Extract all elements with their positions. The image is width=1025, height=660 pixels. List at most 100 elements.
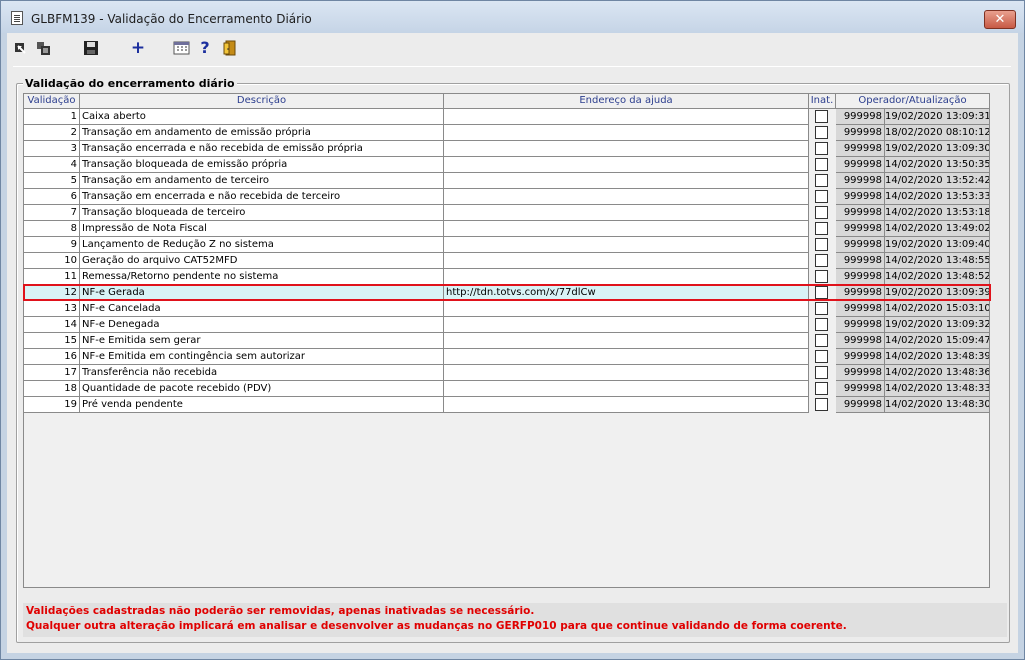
row-validacao[interactable]: 11 bbox=[24, 269, 80, 285]
inactive-checkbox[interactable] bbox=[815, 318, 828, 331]
save-icon[interactable] bbox=[82, 39, 100, 57]
row-validacao[interactable]: 1 bbox=[24, 109, 80, 125]
row-endereco-ajuda[interactable] bbox=[444, 109, 809, 125]
inactive-checkbox[interactable] bbox=[815, 142, 828, 155]
table-row[interactable]: 1 Caixa aberto 999998 19/02/2020 13:09:31 bbox=[24, 109, 990, 125]
title-bar[interactable]: GLBFM139 - Validação do Encerramento Diá… bbox=[1, 1, 1024, 33]
row-endereco-ajuda[interactable] bbox=[444, 237, 809, 253]
calendar-icon[interactable] bbox=[173, 39, 191, 57]
inactive-checkbox[interactable] bbox=[815, 270, 828, 283]
row-validacao[interactable]: 13 bbox=[24, 301, 80, 317]
row-descricao[interactable]: Transação em andamento de terceiro bbox=[80, 173, 444, 189]
inactive-checkbox[interactable] bbox=[815, 174, 828, 187]
row-validacao[interactable]: 18 bbox=[24, 381, 80, 397]
row-endereco-ajuda[interactable] bbox=[444, 253, 809, 269]
header-descricao[interactable]: Descrição bbox=[80, 94, 444, 109]
inactive-checkbox[interactable] bbox=[815, 366, 828, 379]
row-descricao[interactable]: NF-e Emitida em contingência sem autoriz… bbox=[80, 349, 444, 365]
door-exit-icon[interactable] bbox=[221, 39, 239, 57]
row-validacao[interactable]: 2 bbox=[24, 125, 80, 141]
row-endereco-ajuda[interactable] bbox=[444, 349, 809, 365]
row-validacao[interactable]: 10 bbox=[24, 253, 80, 269]
row-endereco-ajuda[interactable] bbox=[444, 189, 809, 205]
header-inativo[interactable]: Inat. bbox=[809, 94, 836, 109]
inactive-checkbox[interactable] bbox=[815, 382, 828, 395]
row-validacao[interactable]: 17 bbox=[24, 365, 80, 381]
table-row[interactable]: 19 Pré venda pendente 999998 14/02/2020 13:… bbox=[24, 397, 990, 413]
row-validacao[interactable]: 7 bbox=[24, 205, 80, 221]
row-descricao[interactable]: Transferência não recebida bbox=[80, 365, 444, 381]
row-descricao[interactable]: Transação em andamento de emissão própri… bbox=[80, 125, 444, 141]
row-descricao[interactable]: NF-e Gerada bbox=[80, 285, 444, 301]
table-row[interactable]: 4 Transação bloqueada de emissão própria 9… bbox=[24, 157, 990, 173]
row-descricao[interactable]: Transação em encerrada e não recebida de… bbox=[80, 189, 444, 205]
row-descricao[interactable]: NF-e Cancelada bbox=[80, 301, 444, 317]
inactive-checkbox[interactable] bbox=[815, 254, 828, 267]
table-row[interactable]: 17 Transferência não recebida 999998 14/02/… bbox=[24, 365, 990, 381]
row-validacao[interactable]: 9 bbox=[24, 237, 80, 253]
table-row[interactable]: 2 Transação em andamento de emissão própr… bbox=[24, 125, 990, 141]
row-validacao[interactable]: 12 bbox=[24, 285, 80, 301]
header-operador[interactable]: Operador/Atualização bbox=[836, 94, 990, 109]
inactive-checkbox[interactable] bbox=[815, 398, 828, 411]
row-descricao[interactable]: Quantidade de pacote recebido (PDV) bbox=[80, 381, 444, 397]
row-validacao[interactable]: 15 bbox=[24, 333, 80, 349]
header-endereco[interactable]: Endereço da ajuda bbox=[444, 94, 809, 109]
row-descricao[interactable]: Geração do arquivo CAT52MFD bbox=[80, 253, 444, 269]
row-endereco-ajuda[interactable] bbox=[444, 157, 809, 173]
row-descricao[interactable]: Transação encerrada e não recebida de em… bbox=[80, 141, 444, 157]
inactive-checkbox[interactable] bbox=[815, 158, 828, 171]
inactive-checkbox[interactable] bbox=[815, 302, 828, 315]
table-row[interactable]: 6 Transação em encerrada e não recebida d… bbox=[24, 189, 990, 205]
table-row[interactable]: 18 Quantidade de pacote recebido (PDV) 999… bbox=[24, 381, 990, 397]
row-endereco-ajuda[interactable] bbox=[444, 381, 809, 397]
row-validacao[interactable]: 8 bbox=[24, 221, 80, 237]
inactive-checkbox[interactable] bbox=[815, 286, 828, 299]
help-icon[interactable]: ? bbox=[196, 39, 214, 57]
copy-icon[interactable] bbox=[35, 39, 53, 57]
row-descricao[interactable]: Impressão de Nota Fiscal bbox=[80, 221, 444, 237]
table-row[interactable]: 10 Geração do arquivo CAT52MFD 999998 14/02… bbox=[24, 253, 990, 269]
row-endereco-ajuda[interactable]: http://tdn.totvs.com/x/77dlCw bbox=[444, 285, 809, 301]
row-endereco-ajuda[interactable] bbox=[444, 173, 809, 189]
row-descricao[interactable]: Caixa aberto bbox=[80, 109, 444, 125]
row-endereco-ajuda[interactable] bbox=[444, 365, 809, 381]
table-row[interactable]: 5 Transação em andamento de terceiro 99999… bbox=[24, 173, 990, 189]
table-row[interactable]: 3 Transação encerrada e não recebida de e… bbox=[24, 141, 990, 157]
header-validacao[interactable]: Validação bbox=[24, 94, 80, 109]
row-validacao[interactable]: 19 bbox=[24, 397, 80, 413]
row-descricao[interactable]: Pré venda pendente bbox=[80, 397, 444, 413]
table-row[interactable]: 14 NF-e Denegada 999998 19/02/2020 13:09:32 bbox=[24, 317, 990, 333]
table-row[interactable]: 12 NF-e Gerada http://tdn.totvs.com/x/77dl… bbox=[23, 284, 991, 301]
inactive-checkbox[interactable] bbox=[815, 334, 828, 347]
row-descricao[interactable]: Transação bloqueada de emissão própria bbox=[80, 157, 444, 173]
row-endereco-ajuda[interactable] bbox=[444, 125, 809, 141]
table-row[interactable]: 9 Lançamento de Redução Z no sistema 99999… bbox=[24, 237, 990, 253]
row-descricao[interactable]: Lançamento de Redução Z no sistema bbox=[80, 237, 444, 253]
row-endereco-ajuda[interactable] bbox=[444, 141, 809, 157]
table-row[interactable]: 7 Transação bloqueada de terceiro 999998 14… bbox=[24, 205, 990, 221]
row-validacao[interactable]: 16 bbox=[24, 349, 80, 365]
inactive-checkbox[interactable] bbox=[815, 206, 828, 219]
row-validacao[interactable]: 4 bbox=[24, 157, 80, 173]
row-descricao[interactable]: Remessa/Retorno pendente no sistema bbox=[80, 269, 444, 285]
add-icon[interactable]: + bbox=[129, 39, 147, 57]
row-validacao[interactable]: 6 bbox=[24, 189, 80, 205]
row-validacao[interactable]: 3 bbox=[24, 141, 80, 157]
row-endereco-ajuda[interactable] bbox=[444, 397, 809, 413]
inactive-checkbox[interactable] bbox=[815, 222, 828, 235]
inactive-checkbox[interactable] bbox=[815, 190, 828, 203]
inactive-checkbox[interactable] bbox=[815, 110, 828, 123]
row-endereco-ajuda[interactable] bbox=[444, 333, 809, 349]
row-endereco-ajuda[interactable] bbox=[444, 205, 809, 221]
table-row[interactable]: 8 Impressão de Nota Fiscal 999998 14/02/202… bbox=[24, 221, 990, 237]
row-descricao[interactable]: NF-e Denegada bbox=[80, 317, 444, 333]
row-validacao[interactable]: 5 bbox=[24, 173, 80, 189]
row-descricao[interactable]: NF-e Emitida sem gerar bbox=[80, 333, 444, 349]
close-button[interactable]: ✕ bbox=[984, 10, 1016, 29]
row-validacao[interactable]: 14 bbox=[24, 317, 80, 333]
table-row[interactable]: 16 NF-e Emitida em contingência sem autor… bbox=[24, 349, 990, 365]
row-endereco-ajuda[interactable] bbox=[444, 269, 809, 285]
exit-back-icon[interactable] bbox=[12, 39, 30, 57]
row-endereco-ajuda[interactable] bbox=[444, 221, 809, 237]
